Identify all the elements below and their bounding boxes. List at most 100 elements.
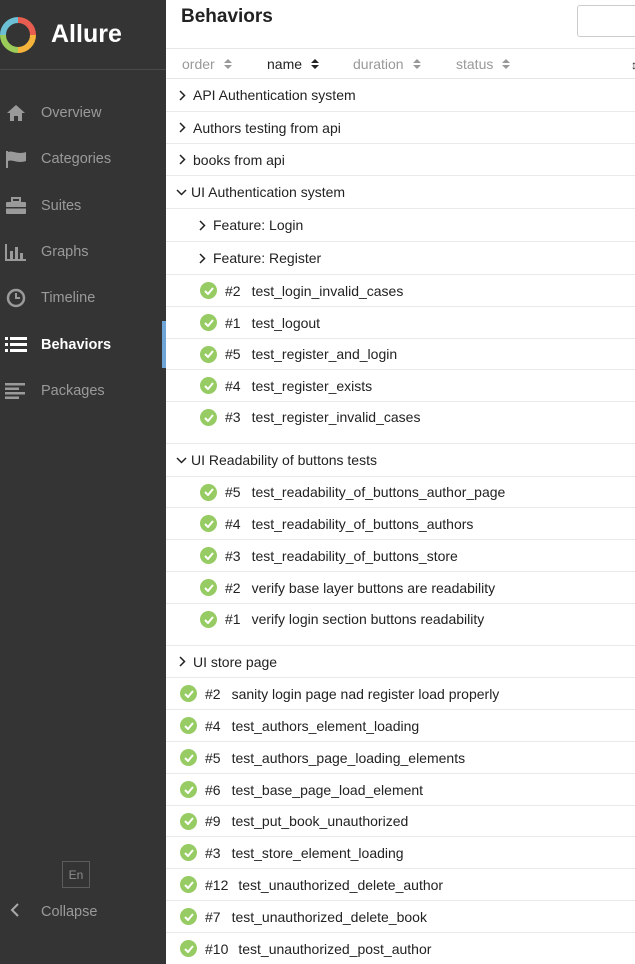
passed-check-icon [200,282,217,299]
sort-duration[interactable]: duration [353,56,421,72]
column-label: order [182,55,215,72]
test-name: test_register_exists [251,377,373,394]
sidebar-item-overview[interactable]: Overview [0,90,166,136]
test-name: verify base layer buttons are readabilit… [251,579,496,596]
test-order: #3 [205,844,221,861]
sort-icon [223,58,232,69]
sidebar-item-graphs[interactable]: Graphs [0,229,166,275]
column-label: duration [353,55,404,72]
chevron-right-icon [178,656,187,667]
passed-check-icon [180,781,197,798]
passed-check-icon [200,579,217,596]
test-name: test_authors_element_loading [231,717,420,734]
test-row[interactable]: #4 test_register_exists [166,370,635,402]
test-order: #12 [205,876,229,893]
test-row[interactable]: #1 verify login section buttons readabil… [166,604,635,646]
test-name: test_unauthorized_post_author [238,940,432,957]
briefcase-icon [5,195,27,217]
test-row[interactable]: #9 test_put_book_unauthorized [166,806,635,837]
sidebar-item-categories[interactable]: Categories [0,136,166,182]
page-title: Behaviors [181,6,273,27]
test-name: test_store_element_loading [231,844,404,861]
test-row[interactable]: #3 test_readability_of_buttons_store [166,540,635,572]
chevron-down-icon [176,456,187,464]
test-name: test_unauthorized_delete_author [238,876,444,893]
test-order: #9 [205,813,221,829]
tree-group[interactable]: Authors testing from api [166,112,635,144]
sidebar-item-timeline[interactable]: Timeline [0,275,166,321]
tree-group-expanded[interactable]: UI Readability of buttons tests [166,444,635,477]
test-row[interactable]: #2 test_login_invalid_cases [166,275,635,307]
home-icon [5,102,27,124]
test-order: #3 [225,547,241,564]
sidebar-item-label: Suites [41,197,82,214]
test-order: #10 [205,940,229,957]
tree-subgroup[interactable]: Feature: Register [166,242,635,275]
test-name: test_logout [251,314,321,331]
test-row[interactable]: #2 sanity login page nad register load p… [166,678,635,710]
sidebar-item-label: Categories [41,151,112,168]
test-row[interactable]: #4 test_readability_of_buttons_authors [166,508,635,540]
sidebar-item-behaviors[interactable]: Behaviors [0,321,166,369]
test-name: test_readability_of_buttons_store [251,547,458,564]
tree-group[interactable]: UI store page [166,646,635,678]
sort-status[interactable]: status [456,56,511,72]
sort-name[interactable]: name [267,55,320,72]
test-row[interactable]: #1 test_logout [166,307,635,339]
search-input[interactable] [577,5,635,37]
tree-group-expanded[interactable]: UI Authentication system [166,176,635,209]
column-header: order name duration status ↕ [166,48,635,79]
tree-group[interactable]: API Authentication system [166,79,635,112]
passed-check-icon [180,749,197,766]
passed-check-icon [180,844,197,861]
language-button[interactable]: En [62,861,90,888]
sidebar-item-packages[interactable]: Packages [0,368,166,414]
test-order: #5 [205,749,221,766]
sidebar: Allure Overview Categories Suites Graphs [0,0,166,964]
test-row[interactable]: #6 test_base_page_load_element [166,774,635,806]
column-label: name [267,55,303,72]
collapse-button[interactable]: Collapse [0,895,166,929]
test-row[interactable]: #3 test_register_invalid_cases [166,402,635,444]
group-label: Feature: Register [213,250,322,266]
test-row[interactable]: #2 verify base layer buttons are readabi… [166,572,635,604]
sort-more-icon[interactable]: ↕ [631,58,635,72]
chevron-right-icon [198,252,207,264]
test-row[interactable]: #4 test_authors_element_loading [166,710,635,742]
passed-check-icon [200,409,217,426]
sort-icon [412,58,421,69]
passed-check-icon [200,547,217,564]
test-order: #5 [225,346,241,362]
group-label: UI Authentication system [191,184,346,200]
sort-order[interactable]: order [182,56,232,72]
test-name: test_unauthorized_delete_book [231,908,427,925]
test-row[interactable]: #12 test_unauthorized_delete_author [166,869,635,901]
test-row[interactable]: #3 test_store_element_loading [166,837,635,869]
test-row[interactable]: #5 test_authors_page_loading_elements [166,742,635,774]
test-name: test_readability_of_buttons_author_page [251,484,506,500]
passed-check-icon [180,876,197,893]
test-name: test_put_book_unauthorized [231,813,409,829]
chevron-right-icon [198,219,207,231]
app-name: Allure [51,20,122,48]
sidebar-item-suites[interactable]: Suites [0,183,166,229]
tree-group[interactable]: books from api [166,144,635,176]
test-order: #5 [225,484,241,500]
test-order: #2 [225,282,241,299]
passed-check-icon [200,377,217,394]
brand[interactable]: Allure [0,0,166,70]
test-row[interactable]: #7 test_unauthorized_delete_book [166,901,635,933]
passed-check-icon [200,611,217,628]
tree-subgroup[interactable]: Feature: Login [166,209,635,242]
test-order: #6 [205,781,221,798]
chevron-right-icon [178,154,187,165]
test-name: test_register_and_login [251,346,398,362]
test-row[interactable]: #5 test_readability_of_buttons_author_pa… [166,477,635,508]
test-name: test_register_invalid_cases [251,409,421,425]
test-order: #7 [205,908,221,925]
test-row[interactable]: #5 test_register_and_login [166,339,635,370]
passed-check-icon [180,940,197,957]
test-row[interactable]: #10 test_unauthorized_post_author [166,933,635,964]
chevron-right-icon [178,89,187,101]
test-name: test_readability_of_buttons_authors [251,515,474,532]
